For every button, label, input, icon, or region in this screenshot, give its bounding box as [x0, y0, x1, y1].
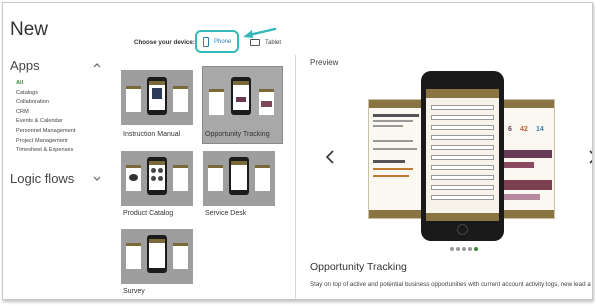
preview-screen [426, 89, 499, 221]
template-label: Service Desk [205, 210, 247, 217]
carousel-dot[interactable] [468, 247, 472, 251]
preview-title: Opportunity Tracking [310, 261, 407, 273]
new-app-dialog: New Apps All Catalogs Collaboration CRM … [2, 2, 593, 300]
sidebar-item-events-calendar[interactable]: Events & Calendar [16, 117, 75, 127]
phone-label: Phone [214, 39, 232, 45]
template-thumbnail [203, 151, 275, 206]
tablet-icon [250, 39, 260, 46]
template-label: Survey [123, 288, 145, 295]
sidebar-item-timesheet-expenses[interactable]: Timesheet & Expenses [16, 146, 75, 156]
preview-phone [421, 71, 504, 241]
panel-divider [295, 55, 296, 299]
category-list: All Catalogs Collaboration CRM Events & … [16, 79, 75, 156]
sidebar-item-catalogs[interactable]: Catalogs [16, 89, 75, 99]
template-label: Product Catalog [123, 210, 174, 217]
stat-value: 14 [536, 126, 544, 133]
chevron-down-icon[interactable] [93, 174, 101, 185]
logic-flows-heading[interactable]: Logic flows [10, 171, 74, 186]
sidebar-item-personnel-management[interactable]: Personnel Management [16, 127, 75, 137]
template-thumbnail [121, 151, 193, 206]
apps-heading[interactable]: Apps [10, 58, 40, 73]
tablet-label: Tablet [265, 40, 282, 46]
phone-icon [203, 37, 209, 47]
carousel-dot[interactable] [462, 247, 466, 251]
page-title: New [10, 19, 49, 40]
template-thumbnail [121, 70, 193, 125]
carousel-dot[interactable] [450, 247, 454, 251]
device-prompt: Choose your device: [134, 39, 195, 46]
next-arrow-icon[interactable] [588, 149, 592, 170]
sidebar-item-collaboration[interactable]: Collaboration [16, 98, 75, 108]
previous-arrow-icon[interactable] [325, 149, 335, 170]
sidebar-item-project-management[interactable]: Project Management [16, 137, 75, 147]
carousel-dot-active[interactable] [474, 247, 478, 251]
stat-value: 6 [508, 126, 512, 133]
preview-description: Stay on top of active and potential busi… [310, 281, 591, 288]
phone-device-option[interactable]: Phone [195, 30, 239, 53]
template-label: Instruction Manual [123, 131, 181, 138]
home-button-icon [457, 224, 468, 235]
preview-label: Preview [310, 58, 339, 67]
sidebar-item-all[interactable]: All [16, 79, 75, 89]
template-label: Opportunity Tracking [205, 131, 270, 138]
preview-back-card-right: 6 42 14 [499, 99, 555, 219]
template-thumbnail [121, 229, 193, 284]
chevron-up-icon[interactable] [93, 60, 101, 71]
sidebar-item-crm[interactable]: CRM [16, 108, 75, 118]
preview-back-card-left [368, 99, 424, 219]
carousel-dot[interactable] [456, 247, 460, 251]
stat-value: 42 [520, 126, 528, 133]
